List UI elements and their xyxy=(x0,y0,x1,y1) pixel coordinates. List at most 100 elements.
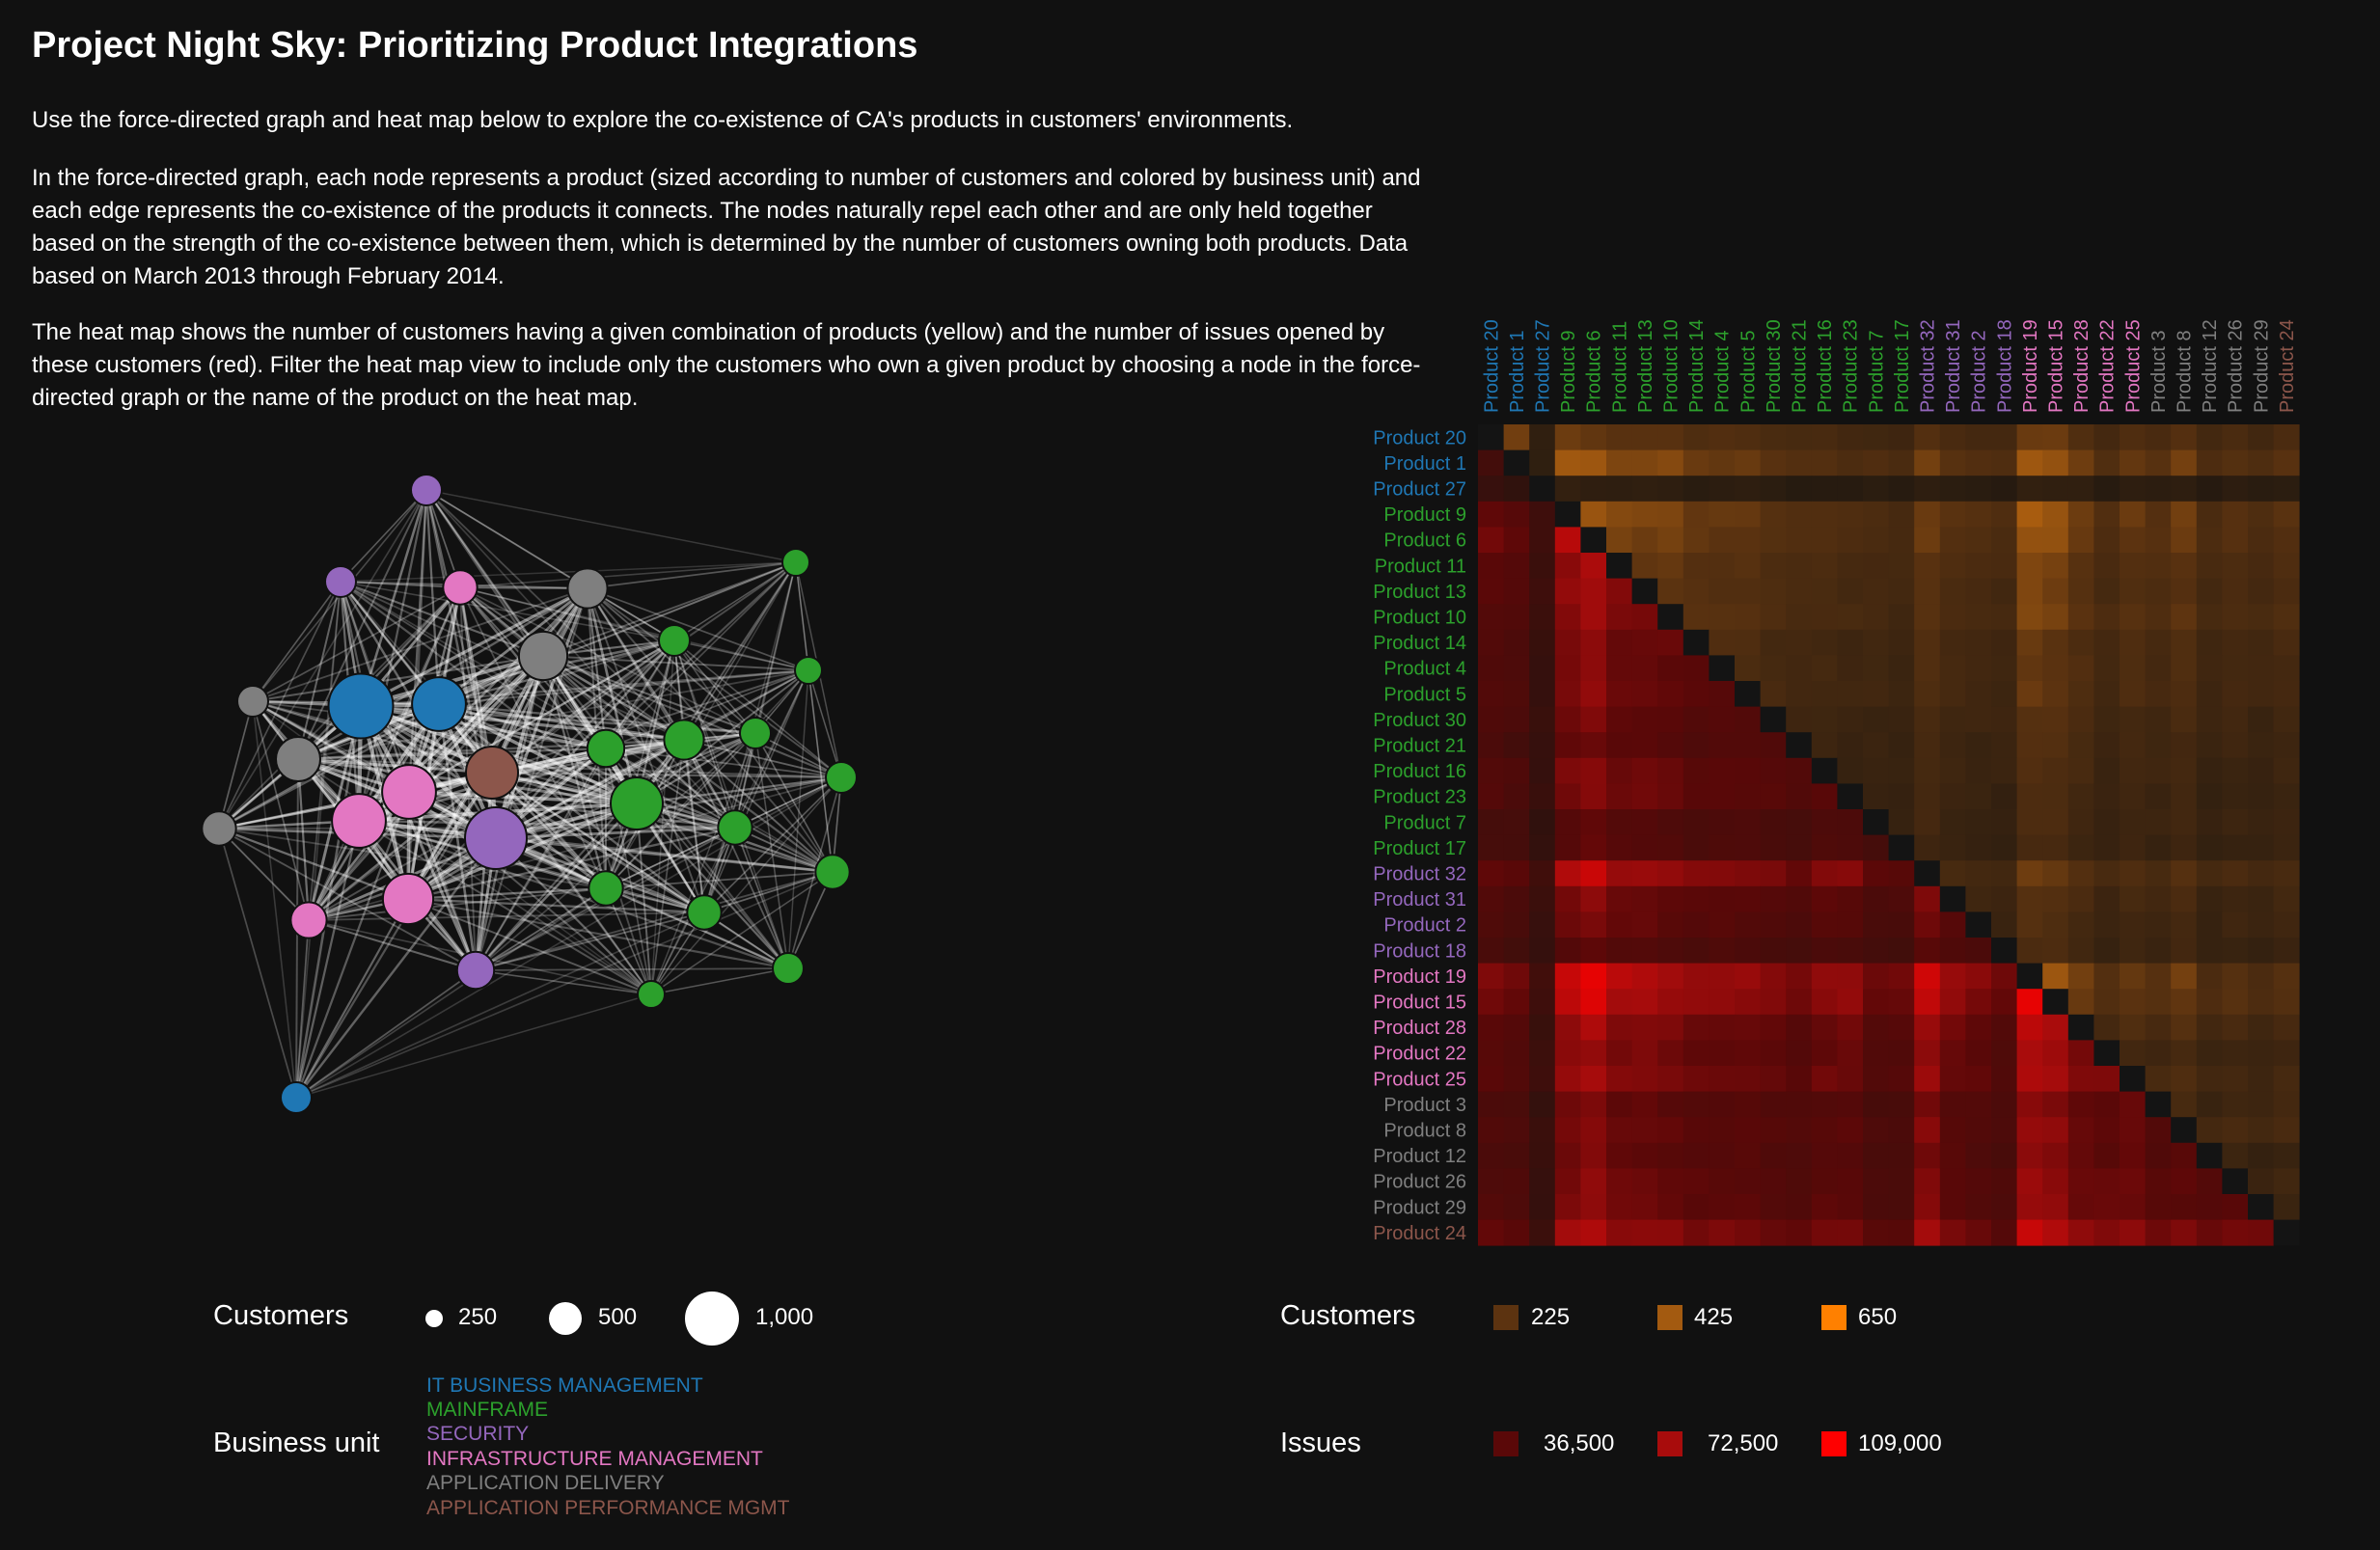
heat-map-cell[interactable] xyxy=(2067,604,2094,631)
heat-map-cell[interactable] xyxy=(2042,1194,2069,1220)
heat-map-cell[interactable] xyxy=(2120,938,2146,964)
heat-map-cell[interactable] xyxy=(1554,1091,1581,1118)
heat-map-column-label[interactable]: Product 27 xyxy=(1533,319,1554,413)
heat-map-cell[interactable] xyxy=(1606,578,1632,605)
heat-map-cell[interactable] xyxy=(2042,1091,2069,1118)
heat-map-column-label[interactable]: Product 17 xyxy=(1892,319,1913,413)
heat-map-cell[interactable] xyxy=(1863,553,1889,579)
heat-map-cell[interactable] xyxy=(2120,527,2146,554)
heat-map-cell[interactable] xyxy=(2248,757,2274,784)
heat-map-cell[interactable] xyxy=(2171,449,2198,476)
heat-map-cell[interactable] xyxy=(2248,1066,2274,1092)
heat-map-cell[interactable] xyxy=(2067,476,2094,503)
heat-map-row-label[interactable]: Product 9 xyxy=(1383,504,1466,526)
heat-map-cell[interactable] xyxy=(1760,963,1787,990)
heat-map-cell[interactable] xyxy=(1631,732,1658,759)
heat-map-cell[interactable] xyxy=(2093,1091,2120,1118)
heat-map-cell[interactable] xyxy=(2196,757,2223,784)
heat-map-cell[interactable] xyxy=(1888,476,1915,503)
heat-map-cell[interactable] xyxy=(1554,476,1581,503)
heat-map-cell[interactable] xyxy=(1735,1040,1761,1067)
heat-map-row-label[interactable]: Product 20 xyxy=(1373,427,1466,449)
heat-map-cell[interactable] xyxy=(1760,476,1787,503)
heat-map-cell[interactable] xyxy=(1939,681,1966,707)
heat-map-cell[interactable] xyxy=(2120,783,2146,810)
heat-map-cell[interactable] xyxy=(1631,527,1658,554)
heat-map-cell[interactable] xyxy=(2067,527,2094,554)
heat-map-cell[interactable] xyxy=(2120,629,2146,656)
heat-map-cell[interactable] xyxy=(1657,783,1684,810)
heat-map-cell[interactable] xyxy=(1554,501,1581,528)
heat-map-cell[interactable] xyxy=(1657,527,1684,554)
graph-node[interactable] xyxy=(275,736,321,782)
heat-map-cell[interactable] xyxy=(1503,527,1530,554)
heat-map-cell[interactable] xyxy=(1965,1040,1992,1067)
heat-map-cell[interactable] xyxy=(2016,783,2043,810)
heat-map-cell[interactable] xyxy=(1682,578,1710,605)
heat-map-cell[interactable] xyxy=(2273,783,2300,810)
heat-map-cell[interactable] xyxy=(2093,604,2120,631)
heat-map-cell[interactable] xyxy=(2067,860,2094,887)
heat-map-cell[interactable] xyxy=(1991,938,2017,964)
heat-map-cell[interactable] xyxy=(1554,1142,1581,1169)
graph-node[interactable] xyxy=(781,548,810,577)
heat-map-cell[interactable] xyxy=(2196,911,2223,938)
heat-map-cell[interactable] xyxy=(1735,860,1761,887)
heat-map-cell[interactable] xyxy=(1991,476,2017,503)
heat-map-cell[interactable] xyxy=(1478,911,1504,938)
heat-map-cell[interactable] xyxy=(1503,1014,1530,1041)
heat-map-cell[interactable] xyxy=(2145,1142,2172,1169)
heat-map-cell[interactable] xyxy=(1991,1194,2017,1220)
heat-map-cell[interactable] xyxy=(2171,604,2198,631)
heat-map-cell[interactable] xyxy=(1811,1014,1838,1041)
heat-map-column-label[interactable]: Product 13 xyxy=(1635,319,1656,413)
heat-map-cell[interactable] xyxy=(1554,860,1581,887)
heat-map-cell[interactable] xyxy=(1811,911,1838,938)
heat-map-cell[interactable] xyxy=(2145,989,2172,1016)
heat-map-cell[interactable] xyxy=(1606,629,1632,656)
heat-map-cell[interactable] xyxy=(1837,1091,1864,1118)
heat-map-cell[interactable] xyxy=(1682,809,1710,835)
heat-map-cell[interactable] xyxy=(2145,1091,2172,1118)
heat-map-cell[interactable] xyxy=(1760,732,1787,759)
heat-map-cell[interactable] xyxy=(1709,527,1736,554)
heat-map-cell[interactable] xyxy=(1580,1117,1607,1144)
heat-map-cell[interactable] xyxy=(2248,860,2274,887)
heat-map-cell[interactable] xyxy=(1657,655,1684,682)
heat-map-cell[interactable] xyxy=(1682,783,1710,810)
heat-map-cell[interactable] xyxy=(1914,706,1941,733)
heat-map-cell[interactable] xyxy=(1631,834,1658,861)
heat-map-cell[interactable] xyxy=(1888,757,1915,784)
heat-map-column-label[interactable]: Product 22 xyxy=(2097,319,2119,413)
heat-map-cell[interactable] xyxy=(1478,1040,1504,1067)
heat-map-cell[interactable] xyxy=(1786,424,1813,450)
heat-map-cell[interactable] xyxy=(1709,860,1736,887)
heat-map-cell[interactable] xyxy=(1606,527,1632,554)
heat-map-cell[interactable] xyxy=(2222,1040,2249,1067)
heat-map-cell[interactable] xyxy=(1965,449,1992,476)
heat-map-cell[interactable] xyxy=(1888,681,1915,707)
heat-map-cell[interactable] xyxy=(2196,885,2223,912)
heat-map-cell[interactable] xyxy=(1991,1219,2017,1246)
heat-map-cell[interactable] xyxy=(1939,1014,1966,1041)
heat-map-cell[interactable] xyxy=(1631,706,1658,733)
heat-map-cell[interactable] xyxy=(1606,1142,1632,1169)
heat-map-cell[interactable] xyxy=(2248,1117,2274,1144)
heat-map-cell[interactable] xyxy=(1709,1014,1736,1041)
heat-map-cell[interactable] xyxy=(2145,757,2172,784)
heat-map-cell[interactable] xyxy=(1939,938,1966,964)
heat-map-cell[interactable] xyxy=(2222,809,2249,835)
heat-map-cell[interactable] xyxy=(1760,938,1787,964)
heat-map-cell[interactable] xyxy=(1786,1219,1813,1246)
heat-map-cell[interactable] xyxy=(1503,629,1530,656)
heat-map-cell[interactable] xyxy=(1811,783,1838,810)
heat-map-cell[interactable] xyxy=(2171,1091,2198,1118)
heat-map-column-label[interactable]: Product 15 xyxy=(2046,319,2067,413)
heat-map-cell[interactable] xyxy=(2042,860,2069,887)
heat-map-cell[interactable] xyxy=(1631,681,1658,707)
heat-map-cell[interactable] xyxy=(1888,1194,1915,1220)
heat-map-cell[interactable] xyxy=(2093,911,2120,938)
heat-map-cell[interactable] xyxy=(1914,501,1941,528)
heat-map-cell[interactable] xyxy=(1965,938,1992,964)
heat-map-cell[interactable] xyxy=(1939,604,1966,631)
